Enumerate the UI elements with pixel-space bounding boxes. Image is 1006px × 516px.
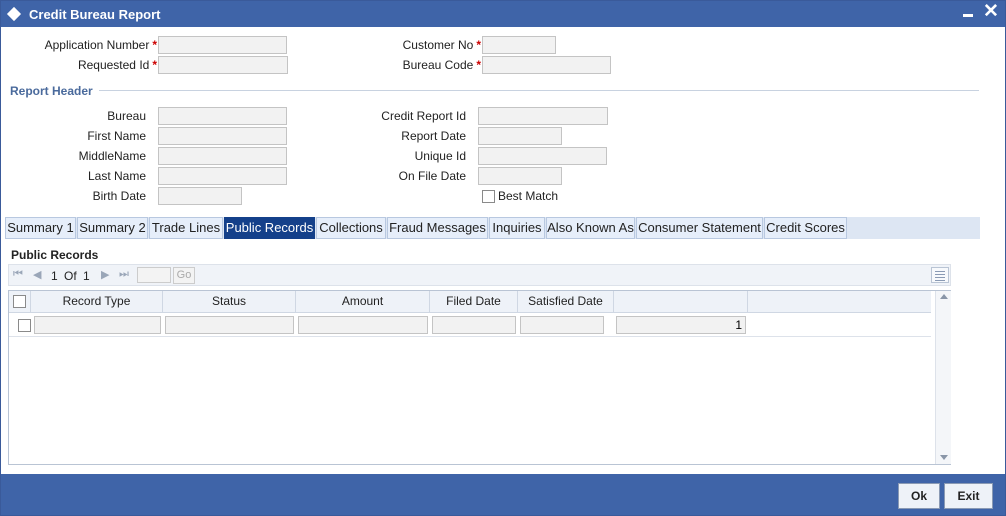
tab-bar: Summary 1 Summary 2 Trade Lines Public R… <box>5 217 980 239</box>
on-file-date-input[interactable] <box>478 167 562 185</box>
minimize-icon[interactable] <box>963 14 973 17</box>
tab-public-records[interactable]: Public Records <box>224 217 315 239</box>
tab-credit-scores[interactable]: Credit Scores <box>764 217 847 239</box>
report-header-divider <box>99 90 979 91</box>
bureau-label: Bureau <box>107 109 146 123</box>
column-filed-date[interactable]: Filed Date <box>430 291 518 313</box>
on-file-date-label: On File Date <box>398 169 466 183</box>
best-match-checkbox[interactable] <box>482 190 495 203</box>
exit-button[interactable]: Exit <box>944 483 993 509</box>
column-status[interactable]: Status <box>163 291 296 313</box>
report-date-label: Report Date <box>401 129 466 143</box>
table-row <box>9 313 931 337</box>
bureau-input[interactable] <box>158 107 287 125</box>
last-name-input[interactable] <box>158 167 287 185</box>
grid-header: Record Type Status Amount Filed Date Sat… <box>9 291 931 313</box>
status-cell[interactable] <box>165 316 294 334</box>
sequence-cell[interactable] <box>616 316 746 334</box>
column-list-icon[interactable] <box>931 267 949 283</box>
column-amount[interactable]: Amount <box>296 291 430 313</box>
requested-id-input[interactable] <box>158 56 288 74</box>
column-sequence <box>614 291 748 313</box>
bureau-code-label: Bureau Code * <box>402 58 481 72</box>
window-title: Credit Bureau Report <box>29 7 161 22</box>
grid-pager: ⏮ ◀ 1 Of 1 ▶ ⏭ Go <box>8 264 951 286</box>
unique-id-label: Unique Id <box>414 149 466 163</box>
page-number-input[interactable] <box>137 267 171 283</box>
amount-cell[interactable] <box>298 316 428 334</box>
close-icon[interactable]: ✕ <box>983 2 999 22</box>
tab-also-known-as[interactable]: Also Known As <box>546 217 635 239</box>
column-record-type[interactable]: Record Type <box>31 291 163 313</box>
last-page-icon[interactable]: ⏭ <box>119 268 129 281</box>
customer-no-input[interactable] <box>482 36 556 54</box>
tab-trade-lines[interactable]: Trade Lines <box>149 217 223 239</box>
first-page-icon[interactable]: ⏮ <box>13 268 23 281</box>
select-all-checkbox[interactable] <box>13 295 26 308</box>
column-satisfied-date[interactable]: Satisfied Date <box>518 291 614 313</box>
last-name-label: Last Name <box>87 169 146 183</box>
filed-date-cell[interactable] <box>432 316 516 334</box>
tab-summary-1[interactable]: Summary 1 <box>5 217 76 239</box>
scroll-down-icon[interactable] <box>940 455 948 460</box>
unique-id-input[interactable] <box>478 147 607 165</box>
record-type-cell[interactable] <box>34 316 161 334</box>
credit-report-id-input[interactable] <box>478 107 608 125</box>
first-name-input[interactable] <box>158 127 287 145</box>
next-page-icon[interactable]: ▶ <box>101 268 109 281</box>
tab-collections[interactable]: Collections <box>316 217 386 239</box>
grid-vertical-scrollbar[interactable] <box>935 291 951 464</box>
footer-bar: Ok Exit <box>1 474 1005 515</box>
tab-fraud-messages[interactable]: Fraud Messages <box>387 217 488 239</box>
go-button[interactable]: Go <box>173 267 195 284</box>
pager-of-label: Of <box>64 269 77 283</box>
credit-bureau-report-window: Credit Bureau Report ✕ Application Numbe… <box>0 0 1006 516</box>
customer-no-label: Customer No * <box>402 38 481 52</box>
birth-date-label: Birth Date <box>92 189 146 203</box>
first-name-label: First Name <box>87 129 146 143</box>
tab-summary-2[interactable]: Summary 2 <box>77 217 148 239</box>
requested-id-label: Requested Id * <box>77 58 157 72</box>
credit-report-id-label: Credit Report Id <box>381 109 466 123</box>
pager-current-page: 1 <box>51 269 58 283</box>
pager-total-pages: 1 <box>83 269 90 283</box>
report-date-input[interactable] <box>478 127 562 145</box>
row-select-checkbox[interactable] <box>18 319 31 332</box>
report-header-title: Report Header <box>10 84 93 98</box>
best-match-label: Best Match <box>498 189 559 203</box>
birth-date-input[interactable] <box>158 187 242 205</box>
application-number-input[interactable] <box>158 36 287 54</box>
public-records-grid: Record Type Status Amount Filed Date Sat… <box>8 290 951 465</box>
scroll-up-icon[interactable] <box>940 294 948 299</box>
window-diamond-icon <box>6 6 22 22</box>
satisfied-date-cell[interactable] <box>520 316 604 334</box>
middle-name-label: MiddleName <box>78 149 146 163</box>
tab-consumer-statement[interactable]: Consumer Statement <box>636 217 763 239</box>
tab-inquiries[interactable]: Inquiries <box>489 217 545 239</box>
application-number-label: Application Number * <box>44 38 157 52</box>
header-select-cell <box>9 291 31 313</box>
middle-name-input[interactable] <box>158 147 287 165</box>
ok-button[interactable]: Ok <box>898 483 940 509</box>
previous-page-icon[interactable]: ◀ <box>33 268 41 281</box>
public-records-title: Public Records <box>11 248 99 262</box>
bureau-code-input[interactable] <box>482 56 611 74</box>
title-bar: Credit Bureau Report ✕ <box>1 1 1005 27</box>
